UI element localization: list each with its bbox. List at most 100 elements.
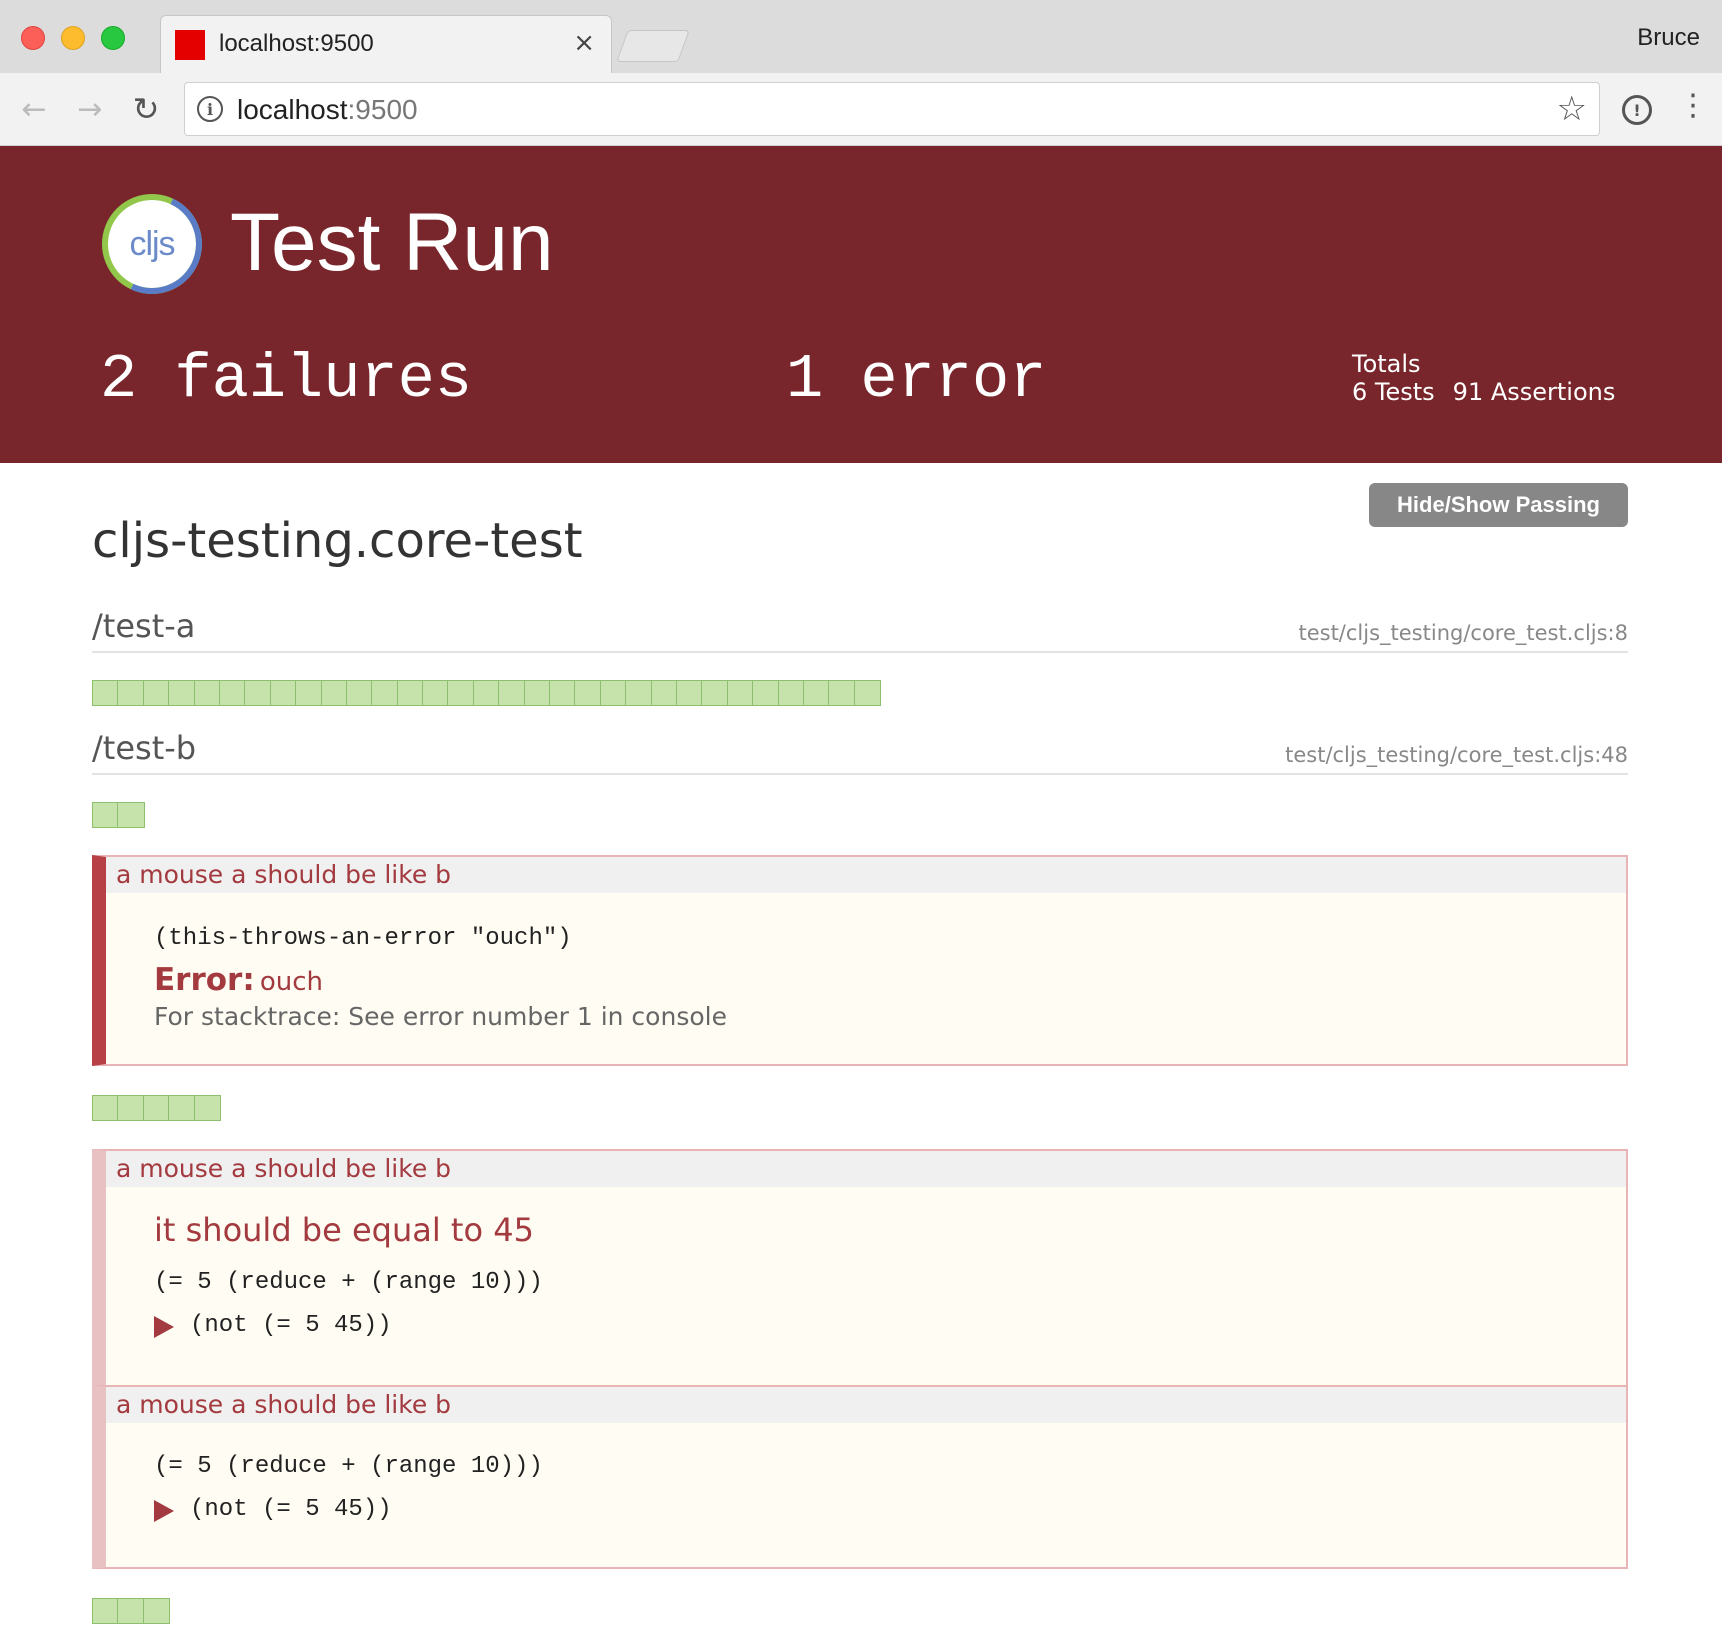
- passing-assertion-cell: [219, 681, 246, 705]
- passing-assertion-cell: [143, 1096, 170, 1120]
- failure-block: a mouse a should be like b (= 5 (reduce …: [92, 1385, 1628, 1569]
- tab-close-icon[interactable]: ×: [573, 30, 595, 56]
- passing-assertion-cell: [854, 681, 881, 705]
- passing-assertion-cell: [194, 1096, 220, 1120]
- passing-assertion-cell: [372, 681, 398, 705]
- failure-block: a mouse a should be like b it should be …: [92, 1149, 1628, 1387]
- back-arrow-icon[interactable]: ←: [16, 91, 52, 127]
- test-run-header: cljs Test Run 2 failures 1 error Totals …: [0, 146, 1722, 463]
- passing-assertion-cell: [245, 681, 271, 705]
- browser-tab[interactable]: localhost:9500 ×: [160, 15, 612, 73]
- passing-assertions-bar: [92, 1095, 221, 1121]
- passing-assertions-bar: [92, 680, 882, 706]
- favicon-icon: [175, 30, 205, 60]
- error-body: (this-throws-an-error "ouch") Error: ouc…: [106, 893, 1626, 1031]
- passing-assertion-cell: [93, 803, 119, 827]
- totals-label: Totals: [1352, 350, 1421, 378]
- error-label: Error:: [154, 962, 255, 998]
- reload-icon[interactable]: ↻: [128, 90, 164, 128]
- error-message: ouch: [259, 967, 324, 997]
- passing-assertion-cell: [118, 1599, 144, 1623]
- passing-assertion-cell: [169, 1096, 195, 1120]
- address-bar[interactable]: i localhost:9500 ☆: [184, 82, 1600, 136]
- expand-triangle-icon[interactable]: [154, 1499, 174, 1522]
- passing-assertion-cell: [118, 681, 144, 705]
- passing-assertion-cell: [626, 681, 652, 705]
- passing-assertion-cell: [829, 681, 855, 705]
- totals-summary: Totals 6 Tests 91 Assertions: [1352, 350, 1633, 406]
- url-port: :9500: [347, 94, 418, 125]
- passing-assertion-cell: [143, 681, 170, 705]
- passing-assertion-cell: [550, 681, 576, 705]
- passing-assertion-cell: [524, 681, 551, 705]
- passing-assertion-cell: [702, 681, 728, 705]
- error-expression: (this-throws-an-error "ouch"): [154, 925, 572, 952]
- minimize-window-button[interactable]: [61, 26, 85, 50]
- failure-body: it should be equal to 45 (= 5 (reduce + …: [106, 1187, 1626, 1339]
- tests-total: 6 Tests: [1352, 378, 1435, 406]
- passing-assertion-cell: [803, 681, 830, 705]
- failure-expression: (= 5 (reduce + (range 10))): [154, 1269, 543, 1296]
- passing-assertions-bar: [92, 802, 145, 828]
- passing-assertion-cell: [778, 681, 804, 705]
- error-context: a mouse a should be like b: [106, 857, 1626, 893]
- passing-assertions-bar: [92, 1598, 171, 1624]
- test-location: test/cljs_testing/core_test.cljs:48: [1285, 743, 1628, 767]
- passing-assertion-cell: [118, 1096, 144, 1120]
- browser-tabstrip: localhost:9500 × Bruce: [0, 0, 1722, 73]
- error-block: a mouse a should be like b (this-throws-…: [92, 855, 1628, 1066]
- stacktrace-hint: For stacktrace: See error number 1 in co…: [154, 1002, 727, 1031]
- menu-dots-icon[interactable]: ⋮: [1678, 91, 1708, 121]
- failure-context: a mouse a should be like b: [106, 1387, 1626, 1423]
- passing-assertion-cell: [194, 681, 220, 705]
- test-location: test/cljs_testing/core_test.cljs:8: [1298, 621, 1628, 645]
- tab-title: localhost:9500: [219, 30, 374, 57]
- extension-icon[interactable]: !: [1622, 95, 1652, 125]
- actual-value: (not (= 5 45)): [190, 1312, 392, 1339]
- actual-row[interactable]: (not (= 5 45)): [154, 1312, 1626, 1339]
- passing-assertion-cell: [753, 681, 779, 705]
- passing-assertion-cell: [270, 681, 297, 705]
- passing-assertion-cell: [397, 681, 424, 705]
- passing-assertion-cell: [651, 681, 677, 705]
- forward-arrow-icon[interactable]: →: [72, 91, 108, 127]
- test-name: /test-a: [92, 607, 196, 645]
- url-host: localhost: [237, 94, 348, 125]
- namespace-title: cljs-testing.core-test: [92, 513, 583, 569]
- bookmark-star-icon[interactable]: ☆: [1557, 89, 1587, 129]
- url-text[interactable]: localhost:9500: [237, 94, 418, 126]
- passing-assertion-cell: [473, 681, 500, 705]
- failures-count: 2 failures: [100, 344, 473, 415]
- new-tab-button[interactable]: [616, 30, 690, 62]
- passing-assertion-cell: [600, 681, 627, 705]
- passing-assertion-cell: [575, 681, 601, 705]
- failure-context: a mouse a should be like b: [106, 1151, 1626, 1187]
- passing-assertion-cell: [93, 1599, 119, 1623]
- logo-text: cljs: [129, 224, 175, 263]
- test-name: /test-b: [92, 729, 197, 767]
- passing-assertion-cell: [321, 681, 347, 705]
- passing-assertion-cell: [423, 681, 449, 705]
- maximize-window-button[interactable]: [101, 26, 125, 50]
- passing-assertion-cell: [143, 1599, 170, 1623]
- close-window-button[interactable]: [21, 26, 45, 50]
- hide-show-passing-button[interactable]: Hide/Show Passing: [1369, 483, 1628, 527]
- passing-assertion-cell: [676, 681, 703, 705]
- passing-assertion-cell: [296, 681, 322, 705]
- passing-assertion-cell: [499, 681, 525, 705]
- expand-triangle-icon[interactable]: [154, 1315, 174, 1338]
- info-icon[interactable]: i: [197, 96, 223, 122]
- errors-count: 1 error: [786, 344, 1047, 415]
- test-header-a: /test-a test/cljs_testing/core_test.cljs…: [92, 607, 1628, 653]
- actual-row[interactable]: (not (= 5 45)): [154, 1496, 1626, 1523]
- profile-name[interactable]: Bruce: [1637, 24, 1700, 52]
- passing-assertion-cell: [169, 681, 195, 705]
- test-header-b: /test-b test/cljs_testing/core_test.cljs…: [92, 729, 1628, 775]
- error-line: Error: ouch: [154, 962, 1626, 998]
- passing-assertion-cell: [727, 681, 754, 705]
- browser-toolbar: ← → ↻ i localhost:9500 ☆ ! ⋮: [0, 73, 1722, 146]
- page-title: Test Run: [230, 197, 554, 288]
- passing-assertion-cell: [448, 681, 474, 705]
- assertions-total: 91 Assertions: [1452, 378, 1616, 406]
- failure-message: it should be equal to 45: [154, 1211, 534, 1249]
